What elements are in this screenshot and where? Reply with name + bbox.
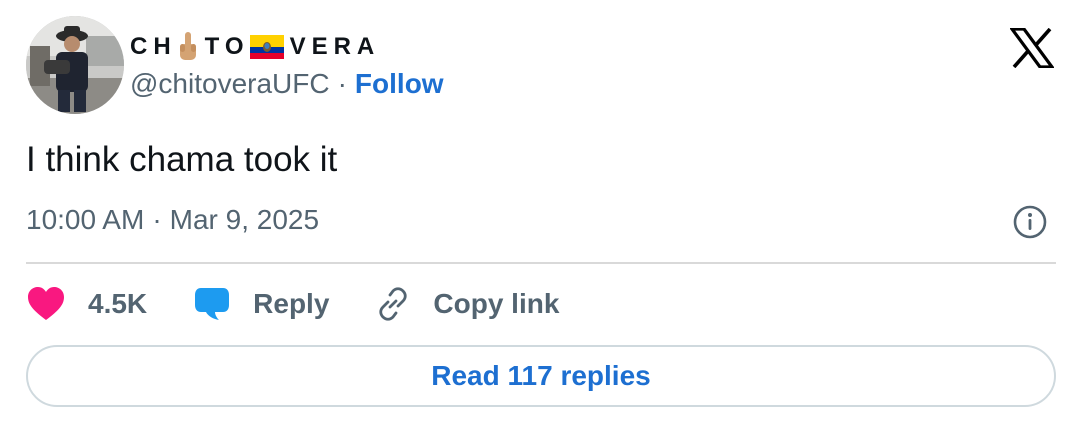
middle-finger-emoji-icon [177,32,199,62]
reply-button[interactable]: Reply [193,285,329,323]
heart-icon [28,287,64,320]
avatar-image [26,16,124,114]
tweet-date: Mar 9, 2025 [169,204,320,235]
reply-bubble-icon [195,288,230,320]
like-button[interactable]: 4.5K [26,286,147,322]
author-info: CH TO VERA @chitoveraUFC · Follow [130,30,444,100]
name-part-3: VERA [289,33,381,60]
avatar[interactable] [26,16,124,114]
tweet-header: CH TO VERA @chitoveraUFC · Follow [26,16,1056,116]
name-part-2: TO [204,33,250,60]
tweet-text: I think chama took it [26,140,338,179]
handle-row: @chitoveraUFC · Follow [130,68,444,100]
tweet-timestamp[interactable]: 10:00 AM · Mar 9, 2025 [26,204,319,236]
link-icon [379,287,408,321]
tweet-time: 10:00 AM [26,204,145,235]
author-display-name[interactable]: CH TO VERA [130,30,444,64]
name-part-1: CH [130,33,177,60]
timestamp-separator: · [152,204,162,235]
copy-link-button[interactable]: Copy link [375,286,559,322]
like-count: 4.5K [88,288,148,319]
ecuador-flag-emoji-icon [249,35,284,59]
reply-label: Reply [253,288,330,319]
handle-separator: · [337,68,347,99]
action-bar: 4.5K Reply Copy link [26,282,605,326]
follow-button[interactable]: Follow [355,68,444,100]
read-replies-button[interactable]: Read 117 replies [26,345,1056,407]
copy-link-label: Copy link [433,288,560,319]
info-icon[interactable] [1012,204,1048,240]
author-handle[interactable]: @chitoveraUFC [130,68,330,100]
divider [26,262,1056,264]
x-logo-icon[interactable] [1008,27,1056,69]
